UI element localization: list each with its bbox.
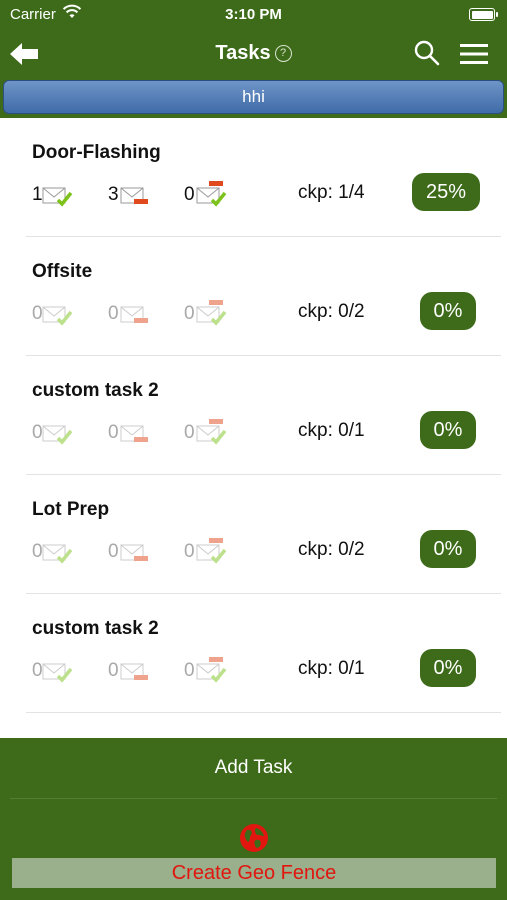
envelope-flag-check-icon bbox=[196, 656, 228, 684]
task-name: custom task 2 bbox=[32, 618, 159, 639]
task-row[interactable]: custom task 2 0 0 0 ckp: 0/1 0% bbox=[0, 594, 507, 713]
progress-badge: 25% bbox=[412, 173, 480, 211]
envelope-minus-icon bbox=[120, 180, 152, 208]
task-name: custom task 2 bbox=[32, 380, 159, 401]
envelope-minus-icon bbox=[120, 418, 152, 446]
checkpoint-count: ckp: 0/2 bbox=[298, 539, 365, 560]
approved-count: 0 bbox=[184, 184, 195, 205]
checkpoint-count: ckp: 1/4 bbox=[298, 182, 365, 203]
task-row[interactable]: Offsite 0 0 0 ckp: 0/2 0% bbox=[0, 237, 507, 356]
pending-count: 0 bbox=[108, 660, 119, 681]
progress-badge: 0% bbox=[420, 530, 476, 568]
approved-count: 0 bbox=[184, 541, 195, 562]
task-row[interactable]: custom task 2 0 0 0 ckp: 0/1 0% bbox=[0, 356, 507, 475]
task-name: Offsite bbox=[32, 261, 93, 282]
checkpoint-count: ckp: 0/2 bbox=[298, 301, 365, 322]
task-row[interactable]: Lot Prep 0 0 0 ckp: 0/2 0% bbox=[0, 475, 507, 594]
approved-count: 0 bbox=[184, 422, 195, 443]
approved-count: 0 bbox=[184, 660, 195, 681]
pending-count: 0 bbox=[108, 541, 119, 562]
pending-count: 0 bbox=[108, 422, 119, 443]
envelope-flag-check-icon bbox=[196, 418, 228, 446]
status-bar: Carrier 3:10 PM bbox=[0, 0, 507, 30]
envelope-check-icon bbox=[42, 418, 74, 446]
search-icon[interactable] bbox=[412, 38, 442, 68]
add-task-button[interactable]: Add Task bbox=[0, 738, 507, 798]
envelope-minus-icon bbox=[120, 656, 152, 684]
sent-count: 0 bbox=[32, 303, 43, 324]
create-geo-fence-button[interactable]: Create Geo Fence bbox=[12, 858, 496, 888]
envelope-minus-icon bbox=[120, 299, 152, 327]
progress-badge: 0% bbox=[420, 649, 476, 687]
sent-count: 1 bbox=[32, 184, 43, 205]
envelope-check-icon bbox=[42, 299, 74, 327]
envelope-flag-check-icon bbox=[196, 180, 228, 208]
task-row[interactable]: Door-Flashing 1 3 0 ckp: 1/4 25% bbox=[0, 118, 507, 237]
hamburger-menu-icon[interactable] bbox=[458, 42, 490, 66]
row-divider bbox=[26, 712, 501, 713]
envelope-minus-icon bbox=[120, 537, 152, 565]
approved-count: 0 bbox=[184, 303, 195, 324]
envelope-check-icon bbox=[42, 180, 74, 208]
battery-icon bbox=[469, 8, 498, 21]
progress-badge: 0% bbox=[420, 411, 476, 449]
envelope-check-icon bbox=[42, 537, 74, 565]
envelope-flag-check-icon bbox=[196, 537, 228, 565]
sent-count: 0 bbox=[32, 541, 43, 562]
footer-actions: Add Task Create Geo Fence bbox=[0, 738, 507, 900]
globe-icon[interactable] bbox=[238, 822, 270, 854]
footer-divider bbox=[10, 798, 497, 799]
envelope-flag-check-icon bbox=[196, 299, 228, 327]
pending-count: 0 bbox=[108, 303, 119, 324]
sent-count: 0 bbox=[32, 422, 43, 443]
checkpoint-count: ckp: 0/1 bbox=[298, 420, 365, 441]
group-header: hhi bbox=[0, 78, 507, 118]
nav-bar: Tasks? bbox=[0, 30, 507, 78]
help-icon[interactable]: ? bbox=[274, 45, 292, 63]
pending-count: 3 bbox=[108, 184, 119, 205]
checkpoint-count: ckp: 0/1 bbox=[298, 658, 365, 679]
status-time: 3:10 PM bbox=[225, 6, 282, 23]
page-title-text: Tasks bbox=[215, 42, 271, 64]
sent-count: 0 bbox=[32, 660, 43, 681]
task-name: Door-Flashing bbox=[32, 142, 161, 163]
progress-badge: 0% bbox=[420, 292, 476, 330]
envelope-check-icon bbox=[42, 656, 74, 684]
task-name: Lot Prep bbox=[32, 499, 110, 520]
group-selector[interactable]: hhi bbox=[3, 80, 504, 114]
